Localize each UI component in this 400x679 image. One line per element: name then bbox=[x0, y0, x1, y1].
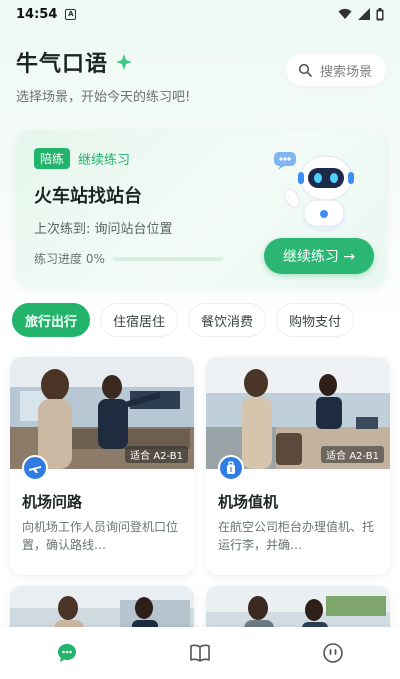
search-icon bbox=[298, 63, 312, 77]
scenario-card-airport-checkin[interactable]: 适合 A2-B1 机场值机 在航空公司柜台办理值机、托运行李，并确… bbox=[206, 357, 390, 575]
status-bar: 14:54 A bbox=[0, 0, 400, 28]
search-input[interactable]: 搜索场景 bbox=[286, 54, 386, 86]
sparkle-icon bbox=[116, 54, 133, 70]
nav-book[interactable] bbox=[176, 633, 224, 673]
header: 牛气口语 选择场景，开始今天的练习吧! 搜索场景 bbox=[16, 46, 386, 106]
status-time: 14:54 bbox=[16, 6, 58, 22]
luggage-icon bbox=[218, 455, 244, 481]
page-title: 牛气口语 bbox=[16, 52, 109, 77]
progress-label: 练习进度 0% bbox=[34, 252, 105, 266]
tab-dining[interactable]: 餐饮消费 bbox=[188, 303, 267, 337]
airplane-icon bbox=[22, 455, 48, 481]
continue-card-title: 火车站找站台 bbox=[34, 186, 142, 207]
practice-tag: 陪练 bbox=[34, 148, 71, 169]
nav-chat[interactable] bbox=[43, 633, 91, 673]
scenario-level-sign: 适合 A2-B1 bbox=[125, 446, 188, 463]
page-subtitle: 选择场景，开始今天的练习吧! bbox=[16, 90, 191, 105]
tab-shopping[interactable]: 购物支付 bbox=[276, 303, 355, 337]
scenario-description: 在航空公司柜台办理值机、托运行李，并确… bbox=[218, 520, 375, 552]
scenario-title: 机场值机 bbox=[218, 493, 279, 511]
search-placeholder: 搜索场景 bbox=[320, 64, 373, 80]
battery-icon bbox=[376, 7, 384, 20]
bottom-navigation bbox=[0, 627, 400, 679]
last-practice-text: 上次练到: 询问站台位置 bbox=[34, 222, 173, 237]
book-icon bbox=[190, 644, 210, 662]
progress-bar bbox=[112, 256, 223, 261]
chat-icon bbox=[57, 644, 76, 662]
continue-practice-card[interactable]: 陪练 继续练习 火车站找站台 上次练到: 询问站台位置 练习进度 0% 继续练习… bbox=[16, 130, 386, 288]
tab-accommodation[interactable]: 住宿居住 bbox=[100, 303, 179, 337]
scenario-card-airport-directions[interactable]: 适合 A2-B1 机场问路 向机场工作人员询问登机口位置，确认路线… bbox=[10, 357, 194, 575]
practice-tag-text: 继续练习 bbox=[78, 153, 131, 168]
nav-profile[interactable] bbox=[309, 633, 357, 673]
profile-icon bbox=[323, 643, 344, 663]
scenario-level-sign: 适合 A2-B1 bbox=[321, 446, 384, 463]
category-tabs: 旅行出行 住宿居住 餐饮消费 购物支付 bbox=[12, 303, 392, 337]
tab-travel[interactable]: 旅行出行 bbox=[12, 303, 91, 337]
continue-practice-button[interactable]: 继续练习 → bbox=[264, 238, 374, 274]
robot-mascot-icon bbox=[274, 152, 354, 232]
status-icons bbox=[338, 7, 384, 21]
scenario-title: 机场问路 bbox=[22, 493, 83, 511]
scenario-image: 适合 A2-B1 bbox=[10, 357, 194, 469]
signal-icon bbox=[358, 8, 370, 20]
scenario-image: 适合 A2-B1 bbox=[206, 357, 390, 469]
progress-row: 练习进度 0% bbox=[34, 250, 223, 267]
wifi-icon bbox=[338, 8, 352, 19]
notification-a-icon: A bbox=[65, 8, 77, 20]
scenario-description: 向机场工作人员询问登机口位置，确认路线… bbox=[22, 520, 179, 552]
